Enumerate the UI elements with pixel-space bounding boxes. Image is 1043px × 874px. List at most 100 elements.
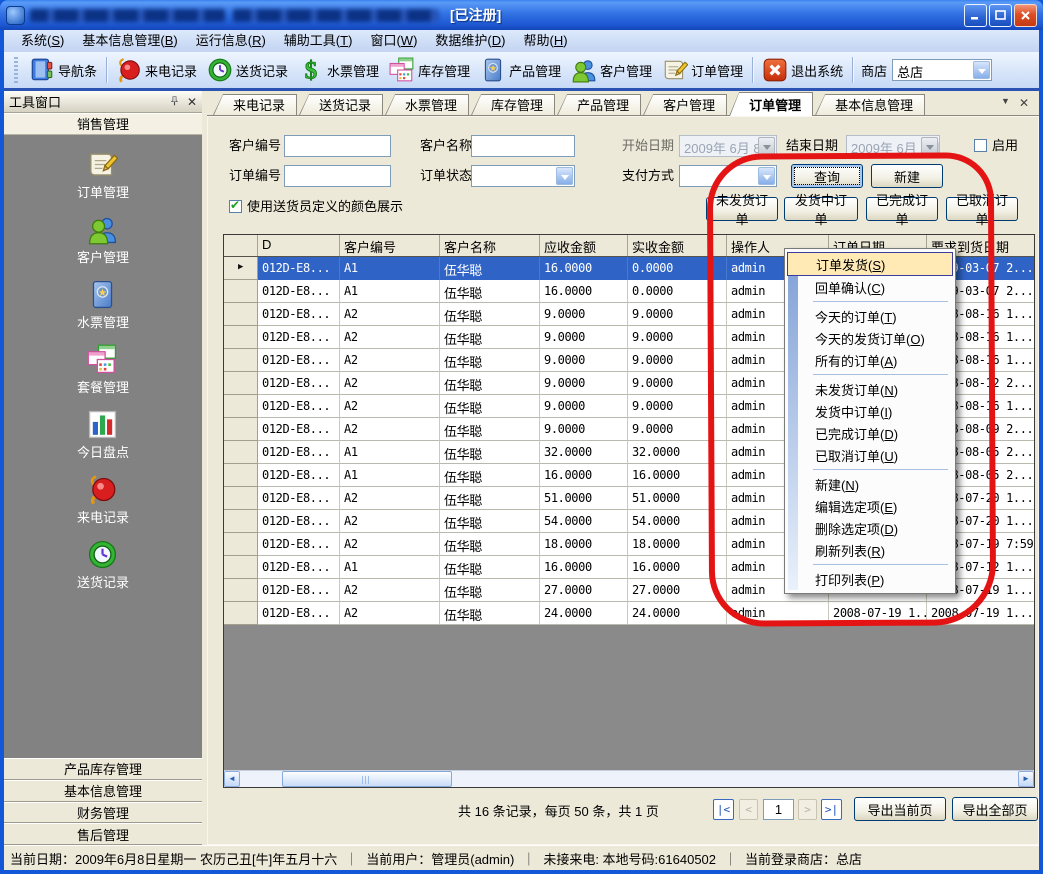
prev-page-button[interactable]: < <box>739 799 758 820</box>
row-selector-cell[interactable] <box>224 533 258 556</box>
close-button[interactable] <box>1014 4 1037 27</box>
context-menu-item[interactable]: 删除选定项(D) <box>787 517 953 539</box>
sidebar-section-bar[interactable]: 财务管理 <box>4 802 202 824</box>
row-selector-cell[interactable] <box>224 579 258 602</box>
table-row[interactable]: 012D-E8... A2 伍华聪 24.0000 24.0000 admin … <box>224 602 1034 625</box>
toolbar-call-log-button[interactable]: 来电记录 <box>111 55 202 85</box>
first-page-button[interactable]: |< <box>713 799 734 820</box>
sidebar-item-packages[interactable]: 套餐管理 <box>77 344 129 396</box>
tab-close-icon[interactable]: ✕ <box>1019 96 1029 110</box>
query-button[interactable]: 查询 <box>791 164 863 188</box>
context-menu-item[interactable]: 未发货订单(N) <box>787 378 953 400</box>
context-menu-item[interactable]: 已完成订单(D) <box>787 422 953 444</box>
menu-item[interactable]: 窗口(W) <box>361 30 426 52</box>
tab[interactable]: 客户管理 <box>643 94 727 115</box>
context-menu-item[interactable]: 所有的订单(A) <box>787 349 953 371</box>
scrollbar-thumb[interactable] <box>282 771 452 787</box>
cancelled-orders-button[interactable]: 已取消订单 <box>946 197 1018 221</box>
toolbar-order-button[interactable]: 订单管理 <box>657 55 748 85</box>
row-selector-cell[interactable]: ▶ <box>224 257 258 280</box>
context-menu-item[interactable]: 刷新列表(R) <box>787 539 953 561</box>
grid-column-header[interactable]: 客户编号 <box>340 235 440 256</box>
menu-item[interactable]: 帮助(H) <box>514 30 576 52</box>
undelivered-orders-button[interactable]: 未发货订单 <box>706 197 778 221</box>
toolbar-exit-button[interactable]: 退出系统 <box>757 55 848 85</box>
chevron-down-icon[interactable] <box>758 167 775 185</box>
toolbar-inventory-button[interactable]: 库存管理 <box>384 55 475 85</box>
store-select[interactable]: 总店 <box>892 59 992 81</box>
row-selector-cell[interactable] <box>224 349 258 372</box>
context-menu-item[interactable]: 今天的订单(T) <box>787 305 953 327</box>
tab[interactable]: 基本信息管理 <box>815 94 925 115</box>
next-page-button[interactable]: > <box>798 799 817 820</box>
context-menu-item[interactable] <box>787 298 953 305</box>
end-date-picker[interactable]: 2009年 6月 8日 <box>846 135 940 157</box>
sidebar-item-daily-check[interactable]: 今日盘点 <box>77 409 129 461</box>
menu-item[interactable]: 基本信息管理(B) <box>73 30 186 52</box>
grid-column-header[interactable]: 应收金额 <box>540 235 628 256</box>
context-menu-item[interactable] <box>787 466 953 473</box>
toolbar-grip[interactable] <box>14 57 18 83</box>
pay-method-select[interactable] <box>679 165 777 187</box>
tab[interactable]: 来电记录 <box>213 94 297 115</box>
context-menu-item[interactable]: 编辑选定项(E) <box>787 495 953 517</box>
row-selector-cell[interactable] <box>224 556 258 579</box>
context-menu-item[interactable]: 已取消订单(U) <box>787 444 953 466</box>
completed-orders-button[interactable]: 已完成订单 <box>866 197 938 221</box>
tab[interactable]: 产品管理 <box>557 94 641 115</box>
tab[interactable]: 水票管理 <box>385 94 469 115</box>
menu-item[interactable]: 系统(S) <box>12 30 73 52</box>
export-all-pages-button[interactable]: 导出全部页 <box>952 797 1038 821</box>
sidebar-section-sales[interactable]: 销售管理 <box>4 113 202 135</box>
toolbar-customer-button[interactable]: 客户管理 <box>566 55 657 85</box>
chevron-down-icon[interactable] <box>556 167 573 185</box>
customer-name-input[interactable] <box>471 135 575 157</box>
tab[interactable]: 送货记录 <box>299 94 383 115</box>
grid-column-header[interactable]: 客户名称 <box>440 235 540 256</box>
customer-code-input[interactable] <box>284 135 391 157</box>
page-number-input[interactable] <box>763 799 794 820</box>
pin-icon[interactable] <box>168 95 181 108</box>
context-menu-item[interactable]: 回单确认(C) <box>787 276 953 298</box>
order-status-select[interactable] <box>471 165 575 187</box>
row-selector-cell[interactable] <box>224 303 258 326</box>
grid-column-header[interactable] <box>224 235 258 256</box>
row-selector-cell[interactable] <box>224 418 258 441</box>
toolbar-delivery-log-button[interactable]: 送货记录 <box>202 55 293 85</box>
scroll-right-icon[interactable]: ► <box>1018 771 1034 787</box>
tab[interactable]: 订单管理 <box>729 92 813 116</box>
sidebar-section-bar[interactable]: 产品库存管理 <box>4 758 202 780</box>
row-selector-cell[interactable] <box>224 441 258 464</box>
sidebar-item-water-tickets[interactable]: 水票管理 <box>77 279 129 331</box>
context-menu-item[interactable]: 订单发货(S) <box>787 252 953 276</box>
menu-item[interactable]: 数据维护(D) <box>426 30 514 52</box>
context-menu-item[interactable]: 发货中订单(I) <box>787 400 953 422</box>
sidebar-item-customers[interactable]: 客户管理 <box>77 214 129 266</box>
sidebar-item-call-log[interactable]: 来电记录 <box>77 474 129 526</box>
horizontal-scrollbar[interactable]: ◄ ► <box>224 770 1034 787</box>
enable-checkbox[interactable] <box>974 139 987 152</box>
color-display-checkbox[interactable] <box>229 200 242 213</box>
row-selector-cell[interactable] <box>224 280 258 303</box>
grid-column-header[interactable]: D <box>258 235 340 256</box>
sidebar-section-bar[interactable]: 售后管理 <box>4 823 202 845</box>
menu-item[interactable]: 运行信息(R) <box>187 30 275 52</box>
last-page-button[interactable]: >| <box>821 799 842 820</box>
delivering-orders-button[interactable]: 发货中订单 <box>784 197 858 221</box>
context-menu-item[interactable]: 打印列表(P) <box>787 568 953 590</box>
row-selector-cell[interactable] <box>224 372 258 395</box>
chevron-down-icon[interactable] <box>973 61 990 79</box>
order-code-input[interactable] <box>284 165 391 187</box>
minimize-button[interactable] <box>964 4 987 27</box>
menu-item[interactable]: 辅助工具(T) <box>275 30 362 52</box>
row-selector-cell[interactable] <box>224 395 258 418</box>
tab-list-arrow-icon[interactable]: ▼ <box>1001 96 1010 110</box>
toolbar-navbar-button[interactable]: 导航条 <box>24 55 102 85</box>
start-date-picker[interactable]: 2009年 6月 8日 <box>679 135 777 157</box>
sidebar-item-delivery-log[interactable]: 送货记录 <box>77 539 129 591</box>
context-menu-item[interactable]: 今天的发货订单(O) <box>787 327 953 349</box>
scroll-left-icon[interactable]: ◄ <box>224 771 240 787</box>
row-selector-cell[interactable] <box>224 602 258 625</box>
context-menu-item[interactable] <box>787 371 953 378</box>
sidebar-item-orders[interactable]: 订单管理 <box>77 149 129 201</box>
